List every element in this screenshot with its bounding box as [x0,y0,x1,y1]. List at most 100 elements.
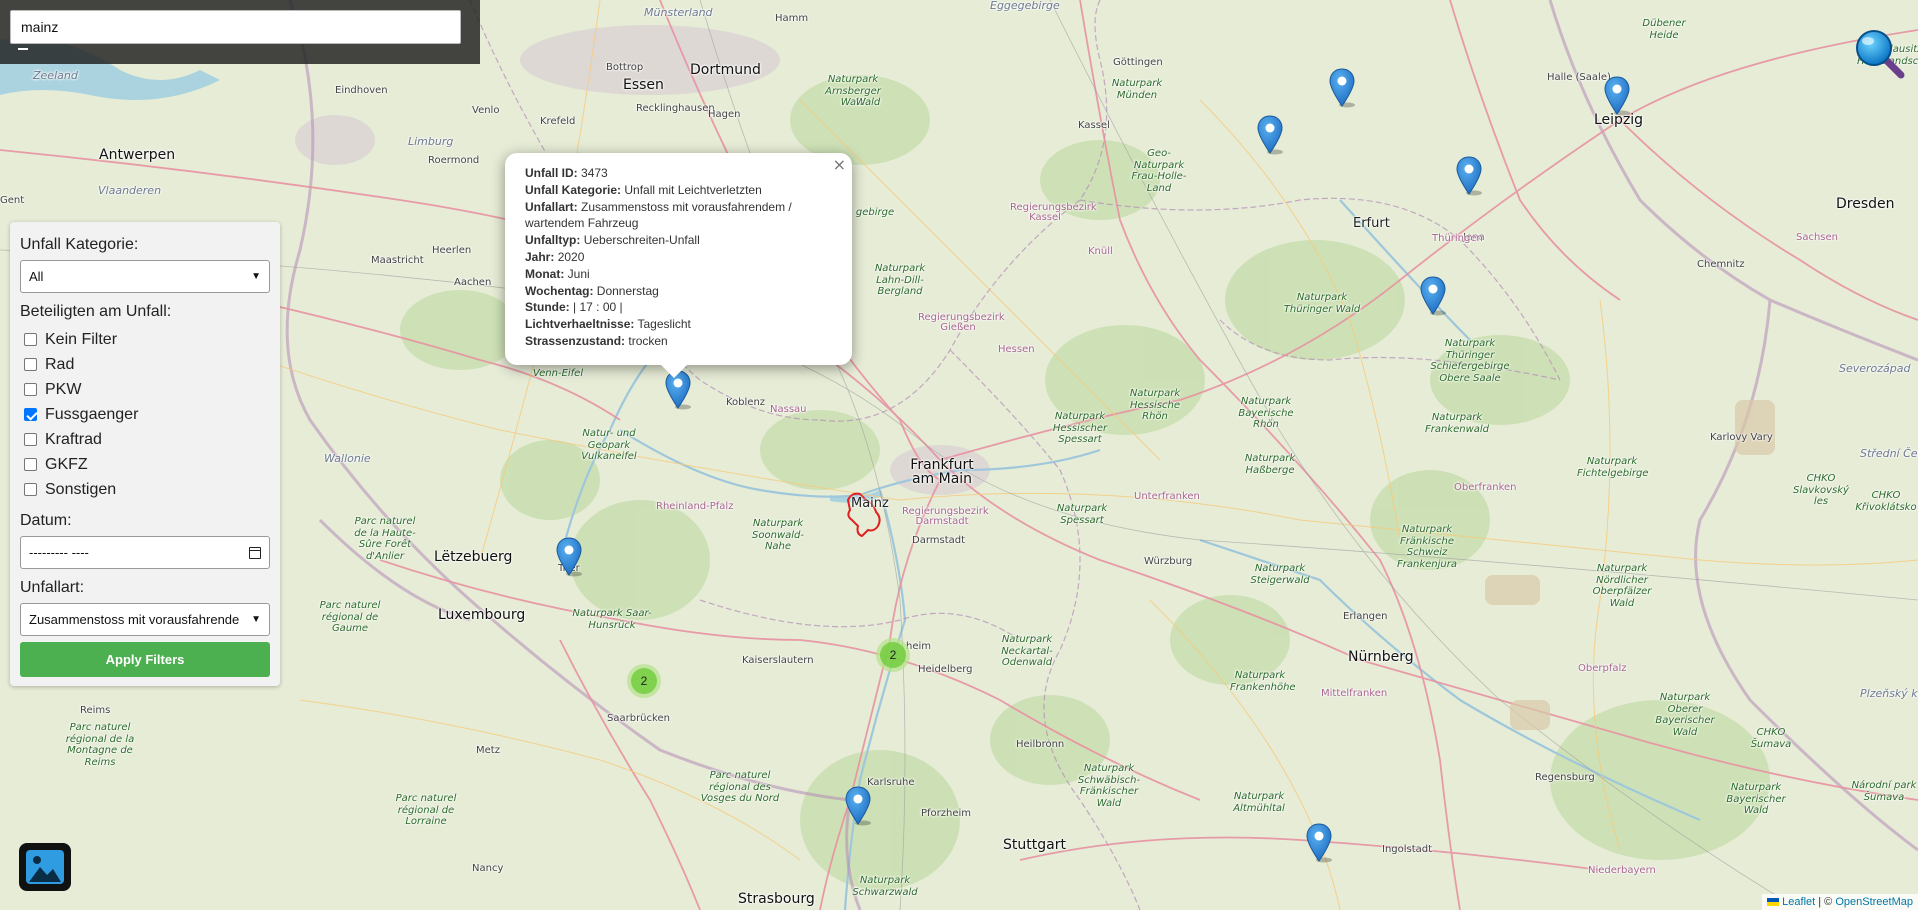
map-label-hamm: Hamm [775,13,809,24]
map-label-luxembourg: Luxembourg [438,607,526,623]
image-button[interactable] [19,843,71,891]
popup-row: Stunde: | 17 : 00 | [525,299,832,316]
checkbox[interactable] [24,383,37,396]
calendar-icon[interactable] [249,546,261,559]
popup-row: Strassenzustand: trocken [525,333,832,350]
category-select[interactable]: All ▼ [20,260,270,293]
accident-marker[interactable] [844,786,872,826]
map-label-pforzheim: Pforzheim [921,808,972,819]
checkbox-label: PKW [45,380,82,398]
leaflet-link[interactable]: Leaflet [1782,896,1815,908]
accident-marker[interactable] [1603,76,1631,116]
map-label-essen: Essen [623,77,664,93]
map-label-muensterland: Münsterland [644,6,713,19]
checkbox-label: Sonstigen [45,480,117,498]
popup-tip [660,364,688,378]
map-label-darmstadt: Darmstadt [912,535,966,546]
popup-value: Juni [567,266,590,281]
participant-checkbox-gkfz[interactable]: GKFZ [20,452,270,477]
participant-checkbox-kraftrad[interactable]: Kraftrad [20,427,270,452]
marker-cluster[interactable]: 2 [876,638,910,672]
map-label-karlsruhe: Karlsruhe [867,777,915,788]
map-label-karlovy-vary: Karlovy Vary [1710,432,1773,443]
map-label-np-thueringer-wald: Naturpark Thüringer Wald [1283,292,1361,315]
checkbox[interactable] [24,333,37,346]
map-label-np-schwaebisch: Naturpark Schwäbisch-Fränkischer Wald [1077,763,1141,809]
date-input[interactable]: --------- ---- [20,536,270,569]
map-label-erfurt: Erfurt [1353,216,1390,231]
map-label-plzen: Plzeňský kraj [1860,687,1918,700]
chevron-down-icon: ▼ [251,271,261,282]
map-label-dortmund: Dortmund [690,62,761,78]
map-label-eindhoven: Eindhoven [335,85,388,96]
map-label-halle: Halle (Saale) [1547,72,1611,83]
map-label-np-frankenhoehe: Naturpark Frankenhöhe [1230,670,1296,693]
accident-marker[interactable] [555,537,583,577]
popup-row: Jahr: 2020 [525,249,832,266]
map-label-letzebuerg: Lëtzebuerg [434,549,513,565]
checkbox[interactable] [24,433,37,446]
search-results-toggle[interactable] [18,48,28,50]
map-label-np-duebener-heide: Dübener Heide [1642,18,1686,41]
apply-filters-button[interactable]: Apply Filters [20,642,270,677]
participant-checkbox-sonstigen[interactable]: Sonstigen [20,477,270,502]
map-label-stuttgart: Stuttgart [1003,837,1066,853]
participant-checkbox-rad[interactable]: Rad [20,352,270,377]
map-label-np-venn-eifel: Venn-Eifel [532,368,584,379]
map-label-strasbourg: Strasbourg [738,891,815,907]
map-label-np-altmuehltal: Naturpark Altmühltal [1233,791,1285,814]
map-label-roermond: Roermond [428,155,480,166]
popup-key: Stunde: [525,300,570,315]
accident-marker[interactable] [1419,276,1447,316]
popup-row: Unfallart: Zusammenstoss mit vorausfahre… [525,199,832,233]
map-label-np-haute-sure: Parc naturel de la Haute-Sûre Forêt d'An… [354,516,416,562]
checkbox-label: Kein Filter [45,330,118,348]
accident-type-select[interactable]: Zusammenstoss mit vorausfahrende ▼ [20,603,270,636]
accident-marker[interactable] [1305,823,1333,863]
participant-checkbox-kein-filter[interactable]: Kein Filter [20,327,270,352]
map-label-np-schiefergebirge: Naturpark Thüringer Schiefergebirge Ober… [1430,338,1510,384]
map-label-reims: Reims [80,705,111,716]
cluster-count: 2 [880,642,906,668]
map-label-np-oberer-bayerischer-wald: Naturpark Oberer Bayerischer Wald [1655,692,1715,738]
accident-marker[interactable] [1256,115,1284,155]
participant-checkbox-pkw[interactable]: PKW [20,377,270,402]
checkbox[interactable] [24,483,37,496]
openstreetmap-link[interactable]: OpenStreetMap [1835,896,1913,908]
popup-value: Unfall mit Leichtverletzten [624,182,762,197]
checkbox-label: Kraftrad [45,430,102,448]
popup-key: Unfalltyp: [525,233,581,248]
popup-row: Wochentag: Donnerstag [525,283,832,300]
participant-checkbox-fussgaenger[interactable]: Fussgaenger [20,402,270,427]
close-icon[interactable]: × [833,156,846,174]
map-label-arnsberger-wald-suffix: Wald [855,97,881,108]
popup-row: Lichtverhaeltnisse: Tageslicht [525,316,832,333]
marker-cluster[interactable]: 2 [627,664,661,698]
map-label-oberpfalz: Oberpfalz [1578,663,1627,674]
accident-marker[interactable] [1328,68,1356,108]
map-label-koblenz: Koblenz [726,397,766,408]
map-label-heilbronn: Heilbronn [1016,739,1065,750]
map-label-np-hessischer-spessart: Naturpark Hessischer Spessart [1052,411,1108,445]
checkbox[interactable] [24,358,37,371]
map-label-np-hassberge: Naturpark Haßberge [1244,453,1296,476]
search-input[interactable] [10,10,461,44]
popup-row: Monat: Juni [525,266,832,283]
map-label-np-gaume: Parc naturel régional de Gaume [319,600,381,634]
map-canvas[interactable]: Essen Dortmund Hamm Recklinghausen Bottr… [0,0,1918,910]
map-label-aachen: Aachen [454,277,492,288]
accident-marker[interactable] [1455,156,1483,196]
accident-type-value: Zusammenstoss mit vorausfahrende [29,612,240,627]
checkbox[interactable] [24,458,37,471]
map-label-krefeld: Krefeld [540,116,576,127]
map-label-np-lorraine: Parc naturel régional de Lorraine [395,793,457,827]
search-icon[interactable] [1854,28,1906,80]
checkbox[interactable] [24,408,37,421]
popup-key: Unfall ID: [525,166,578,180]
map-label-np-frankenwald: Naturpark Frankenwald [1424,412,1490,435]
popup-key: Lichtverhaeltnisse: [525,317,635,332]
map-label-venlo: Venlo [472,105,500,116]
map-label-nancy: Nancy [472,863,504,874]
popup-key: Unfallart: [525,199,578,214]
map-label-np-lahn-dill: Naturpark Lahn-Dill-Bergland [874,263,926,297]
